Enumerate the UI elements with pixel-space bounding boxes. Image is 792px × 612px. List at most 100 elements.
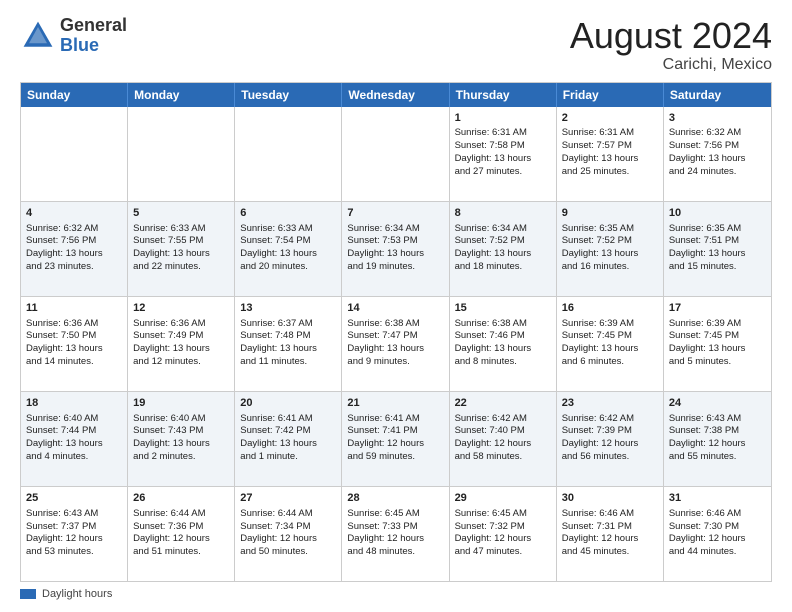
calendar-row: 1Sunrise: 6:31 AMSunset: 7:58 PMDaylight… bbox=[21, 107, 771, 202]
day-info: and 45 minutes. bbox=[562, 546, 630, 557]
day-of-week-header: Thursday bbox=[450, 83, 557, 107]
day-info: Sunrise: 6:43 AM bbox=[669, 413, 741, 424]
calendar-day-cell: 12Sunrise: 6:36 AMSunset: 7:49 PMDayligh… bbox=[128, 297, 235, 391]
calendar-row: 11 Sunrise: 6:36 AMSunset: 7:50 PM Dayligh… bbox=[21, 297, 771, 392]
day-info: Sunrise: 6:45 AM bbox=[347, 508, 419, 519]
calendar-header: SundayMondayTuesdayWednesdayThursdayFrid… bbox=[21, 83, 771, 107]
page: General Blue August 2024 Carichi, Mexico… bbox=[0, 0, 792, 612]
calendar-day-cell: 17Sunrise: 6:39 AMSunset: 7:45 PMDayligh… bbox=[664, 297, 771, 391]
day-info: and 16 minutes. bbox=[562, 261, 630, 272]
day-info: Sunrise: 6:42 AM bbox=[562, 413, 634, 424]
day-info: and 53 minutes. bbox=[26, 546, 94, 557]
day-info: Sunset: 7:56 PM bbox=[669, 140, 739, 151]
calendar-day-cell: 13 Sunrise: 6:37 AMSunset: 7:48 PM Dayligh… bbox=[235, 297, 342, 391]
day-info: Daylight: 12 hours bbox=[455, 533, 532, 544]
logo-general-text: General bbox=[60, 16, 127, 36]
day-info: Daylight: 13 hours bbox=[347, 248, 424, 259]
calendar-day-cell: 20Sunrise: 6:41 AMSunset: 7:42 PMDayligh… bbox=[235, 392, 342, 486]
day-info: Sunset: 7:58 PM bbox=[455, 140, 525, 151]
day-info: and 44 minutes. bbox=[669, 546, 737, 557]
day-info: Sunrise: 6:32 AM bbox=[669, 127, 741, 138]
day-info: Sunset: 7:45 PM bbox=[562, 330, 632, 341]
day-info: Daylight: 13 hours bbox=[133, 438, 210, 449]
day-info: Daylight: 13 hours bbox=[562, 248, 639, 259]
day-info: Daylight: 12 hours bbox=[562, 533, 639, 544]
header: General Blue August 2024 Carichi, Mexico bbox=[20, 16, 772, 74]
day-info: Sunrise: 6:46 AM bbox=[669, 508, 741, 519]
day-info: Sunrise: 6:37 AM bbox=[240, 318, 312, 329]
day-info: Sunset: 7:48 PM bbox=[240, 330, 310, 341]
day-info: Sunset: 7:38 PM bbox=[669, 425, 739, 436]
calendar-day-cell: 9Sunrise: 6:35 AMSunset: 7:52 PMDaylight… bbox=[557, 202, 664, 296]
logo-icon bbox=[20, 18, 56, 54]
day-info: Sunset: 7:31 PM bbox=[562, 521, 632, 532]
day-number: 13 bbox=[240, 301, 336, 316]
calendar-day-cell: 25Sunrise: 6:43 AMSunset: 7:37 PMDayligh… bbox=[21, 487, 128, 581]
day-info: and 4 minutes. bbox=[26, 451, 88, 462]
day-info: Daylight: 13 hours bbox=[26, 438, 103, 449]
day-info: Daylight: 13 hours bbox=[240, 343, 317, 354]
day-number: 4 bbox=[26, 206, 122, 221]
day-info: Daylight: 13 hours bbox=[669, 248, 746, 259]
calendar-day-cell: 2Sunrise: 6:31 AMSunset: 7:57 PMDaylight… bbox=[557, 107, 664, 201]
day-info: Sunset: 7:34 PM bbox=[240, 521, 310, 532]
day-info: Sunset: 7:32 PM bbox=[455, 521, 525, 532]
day-info: Daylight: 13 hours bbox=[455, 248, 532, 259]
day-info: Sunrise: 6:31 AM bbox=[562, 127, 634, 138]
day-info: Sunset: 7:46 PM bbox=[455, 330, 525, 341]
day-info: and 1 minute. bbox=[240, 451, 298, 462]
day-info: Sunset: 7:43 PM bbox=[133, 425, 203, 436]
day-number: 6 bbox=[240, 206, 336, 221]
day-info: Sunrise: 6:44 AM bbox=[133, 508, 205, 519]
day-info: Sunrise: 6:36 AM bbox=[26, 318, 98, 329]
day-info: Daylight: 12 hours bbox=[347, 533, 424, 544]
day-number: 10 bbox=[669, 206, 766, 221]
day-of-week-header: Wednesday bbox=[342, 83, 449, 107]
calendar-day-cell: 30Sunrise: 6:46 AMSunset: 7:31 PMDayligh… bbox=[557, 487, 664, 581]
day-number: 1 bbox=[455, 111, 551, 126]
day-info: Sunrise: 6:41 AM bbox=[347, 413, 419, 424]
day-info: Sunset: 7:45 PM bbox=[669, 330, 739, 341]
day-info: and 50 minutes. bbox=[240, 546, 308, 557]
calendar-day-cell: 3Sunrise: 6:32 AMSunset: 7:56 PMDaylight… bbox=[664, 107, 771, 201]
calendar-day-cell: 16Sunrise: 6:39 AMSunset: 7:45 PMDayligh… bbox=[557, 297, 664, 391]
day-info: and 5 minutes. bbox=[669, 356, 731, 367]
day-info: Sunset: 7:52 PM bbox=[455, 235, 525, 246]
day-info: and 25 minutes. bbox=[562, 166, 630, 177]
logo-text: General Blue bbox=[60, 16, 127, 56]
day-info: Sunrise: 6:33 AM bbox=[133, 223, 205, 234]
day-info: and 23 minutes. bbox=[26, 261, 94, 272]
calendar-day-cell: 11Sunrise: 6:36 AMSunset: 7:50 PMDayligh… bbox=[21, 297, 128, 391]
calendar-row: 18Sunrise: 6:40 AMSunset: 7:44 PMDayligh… bbox=[21, 392, 771, 487]
day-info: Sunrise: 6:35 AM bbox=[669, 223, 741, 234]
calendar-day-cell: 24Sunrise: 6:43 AMSunset: 7:38 PMDayligh… bbox=[664, 392, 771, 486]
day-info: Daylight: 12 hours bbox=[133, 533, 210, 544]
day-number: 23 bbox=[562, 396, 658, 411]
calendar-day-cell: 28Sunrise: 6:45 AMSunset: 7:33 PMDayligh… bbox=[342, 487, 449, 581]
day-info: Sunset: 7:44 PM bbox=[26, 425, 96, 436]
day-info: Daylight: 12 hours bbox=[240, 533, 317, 544]
day-info: and 11 minutes. bbox=[240, 356, 307, 367]
day-info: and 47 minutes. bbox=[455, 546, 523, 557]
day-info: Sunset: 7:50 PM bbox=[26, 330, 96, 341]
day-number: 5 bbox=[133, 206, 229, 221]
day-of-week-header: Friday bbox=[557, 83, 664, 107]
day-info: Sunset: 7:30 PM bbox=[669, 521, 739, 532]
day-info: Sunrise: 6:38 AM bbox=[455, 318, 527, 329]
day-info: Sunset: 7:42 PM bbox=[240, 425, 310, 436]
day-number: 17 bbox=[669, 301, 766, 316]
day-number: 12 bbox=[133, 301, 229, 316]
day-number: 11 bbox=[26, 301, 122, 316]
day-number: 21 bbox=[347, 396, 443, 411]
day-info: Daylight: 13 hours bbox=[562, 343, 639, 354]
day-info: Sunrise: 6:31 AM bbox=[455, 127, 527, 138]
day-info: Sunset: 7:51 PM bbox=[669, 235, 739, 246]
calendar-day-cell: 6Sunrise: 6:33 AMSunset: 7:54 PMDaylight… bbox=[235, 202, 342, 296]
day-number: 29 bbox=[455, 491, 551, 506]
calendar-day-cell: 23Sunrise: 6:42 AMSunset: 7:39 PMDayligh… bbox=[557, 392, 664, 486]
day-info: Sunset: 7:37 PM bbox=[26, 521, 96, 532]
day-info: Daylight: 13 hours bbox=[26, 248, 103, 259]
location: Carichi, Mexico bbox=[570, 56, 772, 74]
day-number: 25 bbox=[26, 491, 122, 506]
calendar-day-cell: 4Sunrise: 6:32 AMSunset: 7:56 PMDaylight… bbox=[21, 202, 128, 296]
